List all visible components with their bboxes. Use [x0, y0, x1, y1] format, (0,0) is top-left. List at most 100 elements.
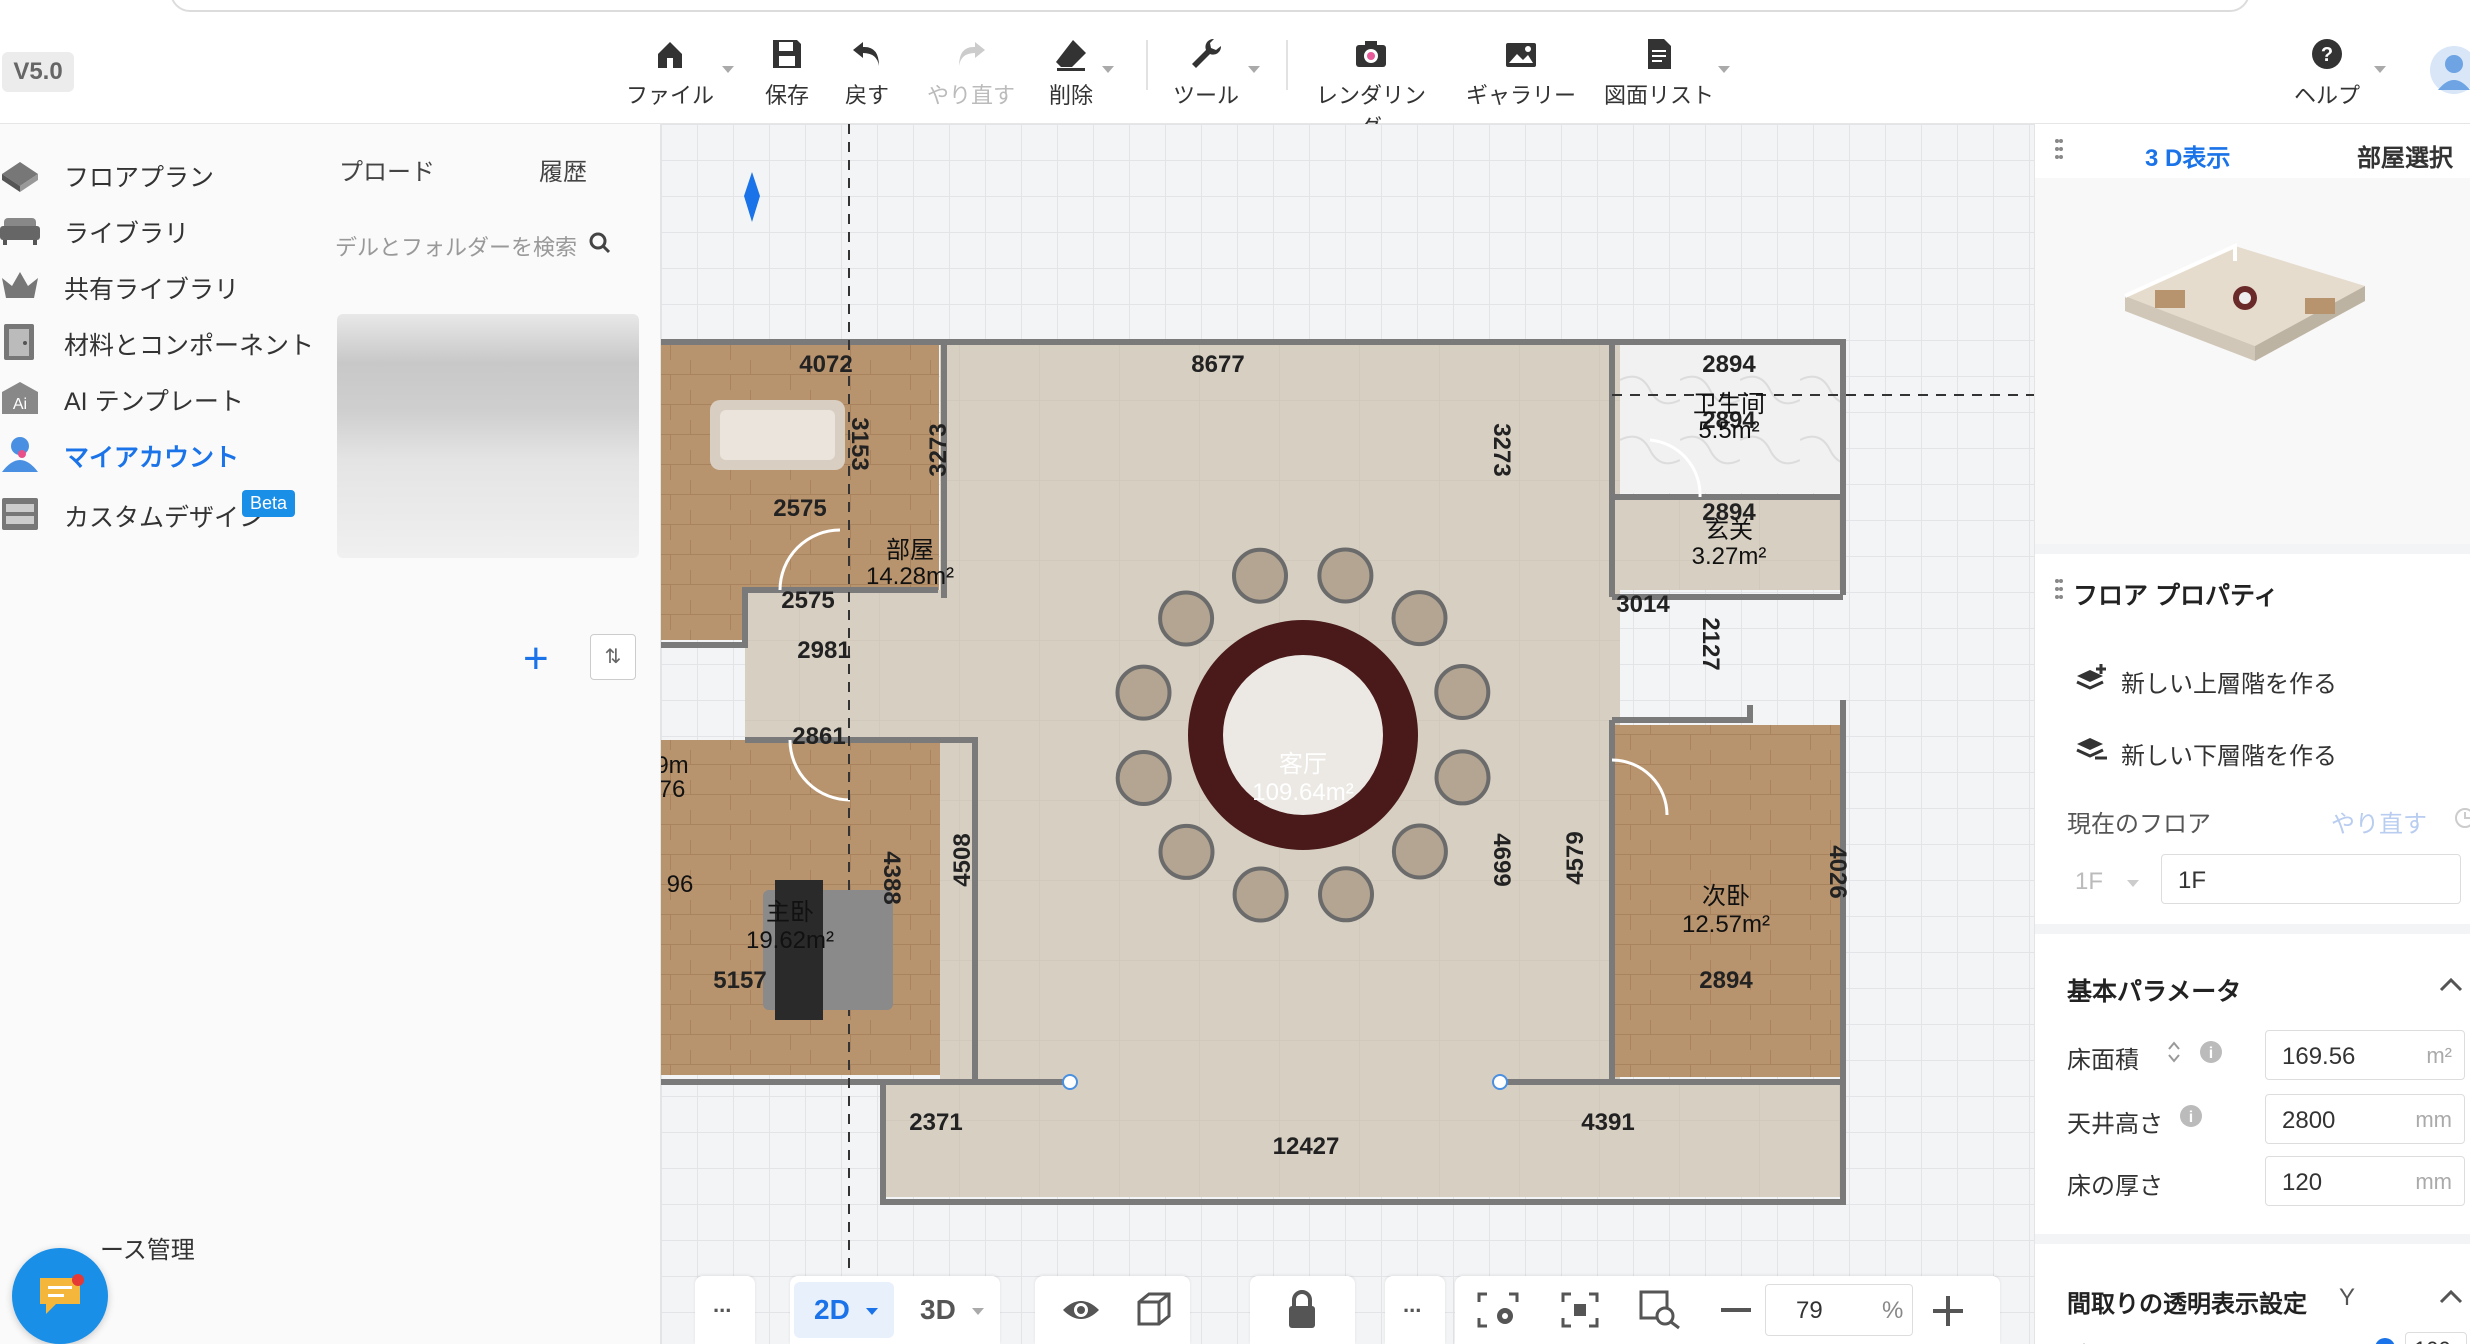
help-button[interactable]: ? ヘルプ [2292, 36, 2362, 116]
info-icon[interactable]: i [2179, 1104, 2203, 1128]
library-search-input[interactable]: デルとフォルダーを検索 [335, 220, 625, 268]
dining-chair[interactable] [1232, 547, 1288, 604]
url-bar[interactable] [170, 0, 2250, 12]
avatar[interactable] [2428, 42, 2470, 98]
dining-chair[interactable] [1115, 750, 1172, 806]
more-menu-button[interactable]: ... [695, 1276, 755, 1344]
sidebar-item-ai-template[interactable]: Ai AI テンプレート [0, 368, 335, 428]
dimension-label: 2371 [909, 1109, 962, 1136]
delete-caret-icon[interactable] [1102, 66, 1114, 73]
sidebar-item-floorplan[interactable]: フロアプラン [0, 144, 335, 204]
fit-settings-icon[interactable] [1477, 1292, 1519, 1328]
floor-thickness-input[interactable]: 120 mm [2265, 1156, 2465, 1206]
dining-chair[interactable] [1391, 590, 1448, 647]
dining-chair[interactable] [1158, 823, 1215, 880]
slider-handle[interactable] [2375, 1338, 2395, 1344]
zoom-input[interactable]: 79 % [1765, 1284, 1913, 1336]
sidebar-item-my-account[interactable]: マイアカウント [0, 424, 335, 484]
dining-chair[interactable] [1434, 664, 1491, 720]
sidebar-item-materials[interactable]: 材料とコンポーネント [0, 312, 335, 372]
floor-select[interactable]: 1F [2063, 856, 2143, 906]
focus-icon[interactable] [1561, 1292, 1599, 1328]
gallery-button[interactable]: ギャラリー [1466, 36, 1576, 116]
tab-3d-view[interactable]: 3 D表示 [2145, 138, 2230, 173]
drawings-caret-icon[interactable] [1718, 66, 1730, 73]
dimension-label: 12427 [1273, 1133, 1340, 1160]
tab-upload[interactable]: プロード [339, 152, 435, 187]
svg-text:i: i [2189, 1109, 2193, 1126]
help-caret-icon[interactable] [2374, 66, 2386, 73]
room-name-master: 主卧 [766, 899, 814, 926]
cabinet-icon [2, 498, 38, 530]
dining-set[interactable] [1188, 620, 1418, 850]
add-button[interactable]: + [523, 634, 549, 684]
library-thumbnail[interactable] [337, 314, 639, 558]
dimension-label: 4072 [799, 351, 852, 378]
sort-arrows-icon[interactable] [2167, 1040, 2181, 1064]
info-icon[interactable]: i [2199, 1040, 2223, 1064]
new-upper-floor-button[interactable]: 新しい上層階を作る [2075, 658, 2435, 698]
floor-area-input[interactable]: 169.56 m² [2265, 1030, 2465, 1080]
zoom-out-icon[interactable] [1721, 1308, 1751, 1314]
drag-handle-icon[interactable] [2055, 578, 2063, 606]
chevron-up-icon[interactable] [2439, 976, 2463, 992]
dining-chair[interactable] [1158, 590, 1215, 647]
dining-chair[interactable] [1232, 866, 1289, 923]
room-name-bathroom: 卫生间 [1693, 391, 1765, 418]
zoom-region-icon[interactable] [1639, 1290, 1681, 1330]
room-area-bedroom3: 14.28m² [866, 563, 954, 590]
tools-button[interactable]: ツール [1166, 36, 1246, 116]
redo-link[interactable]: やり直す [2331, 804, 2427, 839]
eye-icon[interactable] [1061, 1294, 1101, 1326]
redo-button[interactable]: やり直す [926, 36, 1016, 116]
dining-chair[interactable] [1115, 664, 1172, 721]
dining-chair[interactable] [1317, 547, 1374, 604]
file-caret-icon[interactable] [722, 66, 734, 73]
chevron-up-icon[interactable] [2439, 1288, 2463, 1304]
lock-icon[interactable] [1286, 1290, 1318, 1330]
room-name-entry: 玄关 [1705, 517, 1753, 544]
save-button[interactable]: 保存 [762, 36, 812, 116]
layers-down-icon [2076, 738, 2107, 760]
chat-button[interactable] [12, 1248, 108, 1344]
mode-3d-button[interactable]: 3D [902, 1282, 994, 1338]
wall-transparency-input[interactable]: 100 [2405, 1332, 2467, 1344]
floor-area-label: 床面積 [2067, 1047, 2139, 1074]
chat-icon [40, 1274, 84, 1314]
drag-handle-icon[interactable] [2055, 138, 2063, 166]
sort-button[interactable]: ⇅ [590, 634, 636, 680]
balcony-floor[interactable] [885, 1085, 1845, 1197]
3d-preview[interactable] [2035, 178, 2470, 544]
floorplan-drawing[interactable]: 4072315345942575257529812861867732733273… [661, 124, 2034, 1344]
new-lower-floor-button[interactable]: 新しい下層階を作る [2075, 730, 2435, 770]
compass-icon[interactable] [744, 172, 760, 222]
wall-handle[interactable] [1062, 1074, 1078, 1090]
drawings-button[interactable]: 図面リスト [1604, 36, 1714, 116]
dining-chair[interactable] [1318, 866, 1374, 923]
render-button[interactable]: レンダリング [1306, 36, 1436, 140]
resource-management-label[interactable]: ース管理 [100, 1230, 195, 1265]
tab-history[interactable]: 履歴 [539, 152, 587, 187]
file-button[interactable]: ファイル [620, 36, 720, 116]
undo-button[interactable]: 戻す [842, 36, 892, 116]
mode-2d-button[interactable]: 2D [794, 1282, 894, 1338]
cube-icon[interactable] [1135, 1290, 1173, 1328]
dining-chair[interactable] [1434, 749, 1491, 806]
sidebar-item-shared-library[interactable]: 共有ライブラリ [0, 256, 335, 316]
tools-caret-icon[interactable] [1248, 66, 1260, 73]
dining-chair[interactable] [1391, 823, 1448, 880]
more-menu-button-2[interactable]: ... [1385, 1276, 1445, 1344]
zoom-in-icon[interactable] [1933, 1296, 1963, 1326]
wall-handle[interactable] [1492, 1074, 1508, 1090]
delete-button[interactable]: 削除 [1046, 36, 1096, 116]
floor-select-caret-icon [2127, 880, 2139, 887]
gallery-icon [1506, 43, 1536, 67]
corridor-floor[interactable] [745, 590, 945, 740]
tab-room-select[interactable]: 部屋選択 [2357, 138, 2453, 173]
room-area-living: 109.64m² [1252, 779, 1353, 806]
ceiling-height-input[interactable]: 2800 mm [2265, 1094, 2465, 1144]
floorplan-canvas[interactable]: 4072315345942575257529812861867732733273… [661, 124, 2034, 1344]
sidebar-item-library[interactable]: ライブラリ [0, 200, 335, 260]
search-icon[interactable] [589, 232, 611, 254]
floor-name-input[interactable]: 1F [2161, 854, 2461, 904]
